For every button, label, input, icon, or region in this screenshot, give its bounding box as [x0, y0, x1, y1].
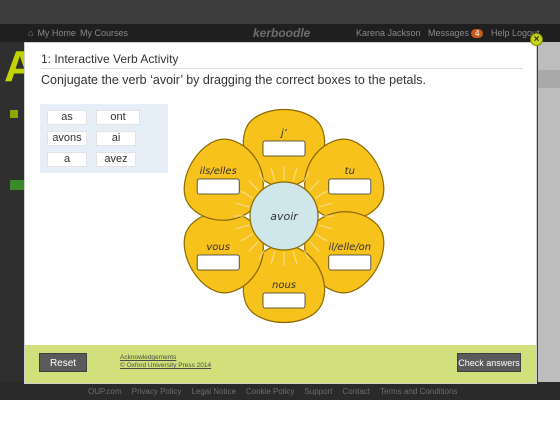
background-marker: [10, 180, 24, 190]
flower-center-label: avoir: [270, 210, 299, 223]
answer-tile[interactable]: ont: [96, 110, 140, 125]
activity-modal: 1: Interactive Verb Activity Conjugate t…: [24, 42, 537, 384]
check-answers-button[interactable]: Check answers: [457, 353, 521, 372]
petal-drop-zone[interactable]: [262, 292, 306, 309]
background-marker: [10, 110, 18, 118]
messages-link[interactable]: Messages 4: [428, 28, 484, 38]
footer-link[interactable]: Privacy Policy: [132, 387, 182, 396]
petal-pronoun-label: j’: [279, 128, 288, 139]
petal-pronoun-label: tu: [345, 166, 355, 177]
messages-count-badge: 4: [471, 29, 484, 38]
close-icon[interactable]: ×: [530, 33, 543, 46]
background-right-panel: [538, 42, 560, 382]
messages-label: Messages: [428, 28, 470, 38]
nav-home-link[interactable]: ⌂ My Home: [28, 28, 76, 38]
petal-pronoun-label: vous: [206, 242, 230, 253]
home-icon: ⌂: [28, 28, 34, 38]
petal-pronoun-label: nous: [272, 280, 296, 291]
user-name[interactable]: Karena Jackson: [356, 28, 421, 38]
top-navigation-bar: ⌂ My Home My Courses kerboodle Karena Jac…: [0, 24, 560, 42]
footer-link[interactable]: Contact: [342, 387, 370, 396]
petal-drop-zone[interactable]: [262, 140, 306, 157]
title-divider: [41, 68, 523, 69]
page-footer: OUP.com Privacy Policy Legal Notice Cookie …: [0, 382, 560, 400]
petal-pronoun-label: ils/elles: [200, 166, 237, 177]
footer-link[interactable]: Legal Notice: [191, 387, 235, 396]
answer-tile[interactable]: avons: [47, 131, 87, 146]
nav-home-label: My Home: [37, 28, 76, 38]
nav-courses-link[interactable]: My Courses: [80, 28, 128, 38]
brand-logo: kerboodle: [253, 26, 311, 40]
background-sidebar: [0, 42, 24, 382]
answer-tile[interactable]: avez: [96, 152, 136, 167]
answer-tile[interactable]: a: [47, 152, 87, 167]
answer-tile[interactable]: ai: [96, 131, 136, 146]
help-link[interactable]: Help: [491, 28, 510, 38]
background-right-tab: [538, 70, 560, 88]
bottom-action-bar: Reset Acknowledgements © Oxford Universi…: [25, 345, 536, 383]
answer-tiles-panel: as ont avons ai a avez: [40, 104, 168, 173]
footer-link[interactable]: Support: [304, 387, 332, 396]
petal-drop-zone[interactable]: [196, 178, 240, 195]
petal-drop-zone[interactable]: [328, 178, 372, 195]
petal-drop-zone[interactable]: [196, 254, 240, 271]
petal-pronoun-label: il/elle/on: [328, 242, 371, 253]
verb-flower: avoir j’ tu il/elle/on nous vous ils/elles: [183, 109, 385, 323]
copyright-link[interactable]: © Oxford University Press 2014: [120, 362, 211, 370]
acknowledgements-link[interactable]: Acknowledgements: [120, 354, 211, 362]
instruction-text: Conjugate the verb ‘avoir’ by dragging t…: [41, 73, 426, 87]
footer-link[interactable]: OUP.com: [88, 387, 122, 396]
answer-tile[interactable]: as: [47, 110, 87, 125]
acknowledgements-block: Acknowledgements © Oxford University Pre…: [120, 354, 211, 370]
footer-link[interactable]: Terms and Conditions: [380, 387, 457, 396]
reset-button[interactable]: Reset: [39, 353, 87, 372]
modal-title: 1: Interactive Verb Activity: [41, 52, 179, 66]
footer-links: OUP.com Privacy Policy Legal Notice Cookie …: [88, 387, 467, 396]
footer-link[interactable]: Cookie Policy: [246, 387, 294, 396]
petal-drop-zone[interactable]: [328, 254, 372, 271]
